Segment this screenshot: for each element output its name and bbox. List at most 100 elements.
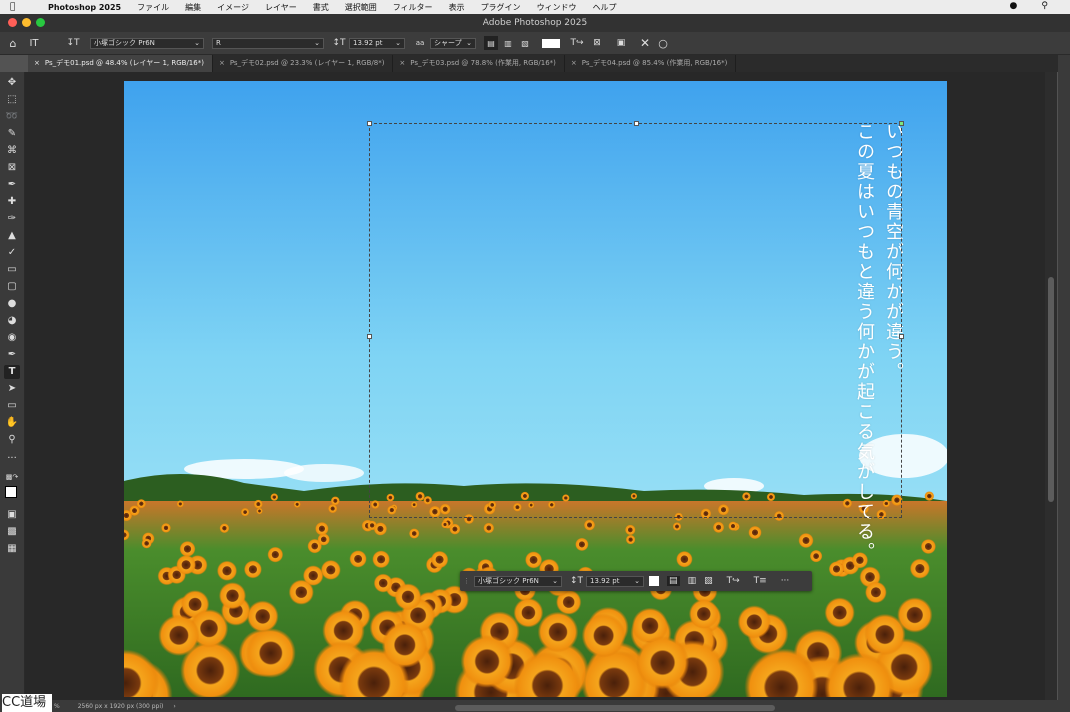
- menu-view[interactable]: 表示: [449, 2, 465, 13]
- eyedropper-tool-icon[interactable]: ✒: [4, 178, 20, 192]
- burn-tool-icon[interactable]: ◉: [4, 331, 20, 345]
- type-tool-icon[interactable]: T: [4, 365, 20, 379]
- hand-tool-icon[interactable]: ✋: [4, 416, 20, 430]
- home-icon[interactable]: ⌂: [6, 36, 20, 50]
- close-icon[interactable]: ×: [34, 55, 40, 72]
- character-panel-icon[interactable]: ⊠: [590, 36, 604, 50]
- spotlight-icon[interactable]: ⚲: [1041, 1, 1048, 11]
- menu-window[interactable]: ウィンドウ: [537, 2, 577, 13]
- ctx-text-color-swatch[interactable]: [649, 576, 660, 586]
- gradient-tool-icon[interactable]: ▢: [4, 280, 20, 294]
- stamp-tool-icon[interactable]: ▲: [4, 229, 20, 243]
- text-color-swatch[interactable]: [542, 38, 560, 48]
- menu-layer[interactable]: レイヤー: [265, 2, 297, 13]
- crop-tool-icon[interactable]: ⌘: [4, 144, 20, 158]
- contextual-task-bar: ⋮ 小塚ゴシック Pr6N ⌄ ↕T 13.92 pt ⌄ ▤ ▥ ▧ T↪ T…: [460, 571, 812, 591]
- font-family-select[interactable]: 小塚ゴシック Pr6N ⌄: [90, 37, 204, 49]
- ctx-align-top-icon[interactable]: ▤: [667, 576, 680, 586]
- brush-tool-icon[interactable]: ✑: [4, 212, 20, 226]
- status-menu-arrow[interactable]: ›: [173, 703, 175, 710]
- ctx-warp-text-icon[interactable]: T↪: [727, 576, 740, 586]
- rectangle-tool-icon[interactable]: ▭: [4, 399, 20, 413]
- zoom-level[interactable]: %: [54, 703, 60, 710]
- ctx-font-size-select[interactable]: 13.92 pt ⌄: [586, 575, 645, 587]
- ctx-more-button[interactable]: ···: [781, 576, 790, 586]
- sunflower: [441, 520, 449, 529]
- horizontal-scrollbar[interactable]: [455, 705, 775, 711]
- pen-tool-icon[interactable]: ✒: [4, 348, 20, 362]
- frame-tool-icon[interactable]: ⊠: [4, 161, 20, 175]
- tab-doc-3[interactable]: × Ps_デモ03.psd @ 78.8% (作業用, RGB/16*): [393, 55, 565, 72]
- antialias-select[interactable]: シャープ ⌄: [430, 37, 476, 49]
- font-size-select[interactable]: 13.92 pt ⌄: [349, 37, 405, 49]
- screen-mode-icon[interactable]: ▩: [4, 525, 20, 539]
- type-tool-preset-icon[interactable]: IT: [26, 36, 42, 50]
- resize-handle-right[interactable]: [899, 334, 904, 339]
- marquee-tool-icon[interactable]: ⬚: [4, 93, 20, 107]
- commit-edit-icon[interactable]: ○: [656, 36, 670, 50]
- move-tool-icon[interactable]: ✥: [4, 76, 20, 90]
- minimize-window-button[interactable]: [22, 18, 31, 27]
- close-icon[interactable]: ×: [219, 55, 225, 72]
- lasso-tool-icon[interactable]: ➿: [4, 110, 20, 124]
- apple-menu-icon[interactable]: : [10, 2, 22, 12]
- align-top-icon[interactable]: ▤: [484, 36, 498, 50]
- cancel-edit-icon[interactable]: ✕: [638, 36, 652, 50]
- resize-handle-top-left[interactable]: [367, 121, 372, 126]
- vertical-scrollbar[interactable]: [1045, 72, 1057, 700]
- ctx-text-options-icon[interactable]: T≡: [754, 576, 767, 586]
- font-style-select[interactable]: R ⌄: [212, 37, 324, 49]
- tools-panel: ✥ ⬚ ➿ ✎ ⌘ ⊠ ✒ ✚ ✑ ▲ ✓ ▭ ▢ ● ◕ ◉ ✒ T ➤ ▭ …: [0, 72, 25, 712]
- blur-tool-icon[interactable]: ●: [4, 297, 20, 311]
- menu-type[interactable]: 書式: [313, 2, 329, 13]
- sunflower: [909, 558, 931, 579]
- ctx-align-bottom-icon[interactable]: ▧: [704, 576, 713, 586]
- menu-select[interactable]: 選択範囲: [345, 2, 377, 13]
- quick-mask-icon[interactable]: ▣: [4, 508, 20, 522]
- more-tools-icon[interactable]: ···: [4, 452, 20, 466]
- menu-plugins[interactable]: プラグイン: [481, 2, 521, 13]
- 3d-icon[interactable]: ▣: [614, 36, 628, 50]
- healing-brush-tool-icon[interactable]: ✚: [4, 195, 20, 209]
- close-icon[interactable]: ×: [399, 55, 405, 72]
- edit-toolbar-icon[interactable]: ▦: [4, 542, 20, 556]
- align-center-icon[interactable]: ▥: [501, 36, 515, 50]
- tab-doc-1[interactable]: × Ps_デモ01.psd @ 48.4% (レイヤー 1, RGB/16*): [28, 55, 213, 72]
- scroll-thumb[interactable]: [1048, 277, 1054, 502]
- menu-edit[interactable]: 編集: [185, 2, 201, 13]
- menu-file[interactable]: ファイル: [137, 2, 169, 13]
- app-menu[interactable]: Photoshop 2025: [48, 3, 121, 12]
- quick-select-tool-icon[interactable]: ✎: [4, 127, 20, 141]
- close-window-button[interactable]: [8, 18, 17, 27]
- drag-handle-icon[interactable]: ⋮: [463, 574, 471, 588]
- text-orientation-icon[interactable]: ↧T: [62, 36, 84, 50]
- history-brush-tool-icon[interactable]: ✓: [4, 246, 20, 260]
- sunflower: [240, 507, 250, 517]
- sunflower: [449, 523, 461, 535]
- resize-handle-left[interactable]: [367, 334, 372, 339]
- sunflower: [328, 504, 338, 514]
- document-tabs: × Ps_デモ01.psd @ 48.4% (レイヤー 1, RGB/16*) …: [28, 55, 1058, 72]
- warp-text-icon[interactable]: T↪: [570, 36, 584, 50]
- dodge-tool-icon[interactable]: ◕: [4, 314, 20, 328]
- menu-help[interactable]: ヘルプ: [593, 2, 617, 13]
- align-bottom-icon[interactable]: ▧: [518, 36, 532, 50]
- ctx-font-family-select[interactable]: 小塚ゴシック Pr6N ⌄: [474, 575, 562, 587]
- tab-doc-4[interactable]: × Ps_デモ04.psd @ 85.4% (作業用, RGB/16*): [564, 55, 737, 72]
- text-bounding-box[interactable]: [367, 121, 904, 518]
- sunflower: [158, 614, 200, 656]
- ctx-align-center-icon[interactable]: ▥: [688, 576, 697, 586]
- menu-image[interactable]: イメージ: [217, 2, 249, 13]
- resize-handle-top-right[interactable]: [899, 121, 904, 126]
- control-center-icon[interactable]: ●: [1010, 1, 1018, 11]
- zoom-tool-icon[interactable]: ⚲: [4, 433, 20, 447]
- default-colors-icon[interactable]: ▩↷: [4, 470, 20, 484]
- eraser-tool-icon[interactable]: ▭: [4, 263, 20, 277]
- path-selection-tool-icon[interactable]: ➤: [4, 382, 20, 396]
- foreground-color-swatch[interactable]: [5, 486, 17, 498]
- zoom-window-button[interactable]: [36, 18, 45, 27]
- tab-doc-2[interactable]: × Ps_デモ02.psd @ 23.3% (レイヤー 1, RGB/8*): [212, 55, 394, 72]
- resize-handle-top[interactable]: [634, 121, 639, 126]
- close-icon[interactable]: ×: [571, 55, 577, 72]
- menu-filter[interactable]: フィルター: [393, 2, 433, 13]
